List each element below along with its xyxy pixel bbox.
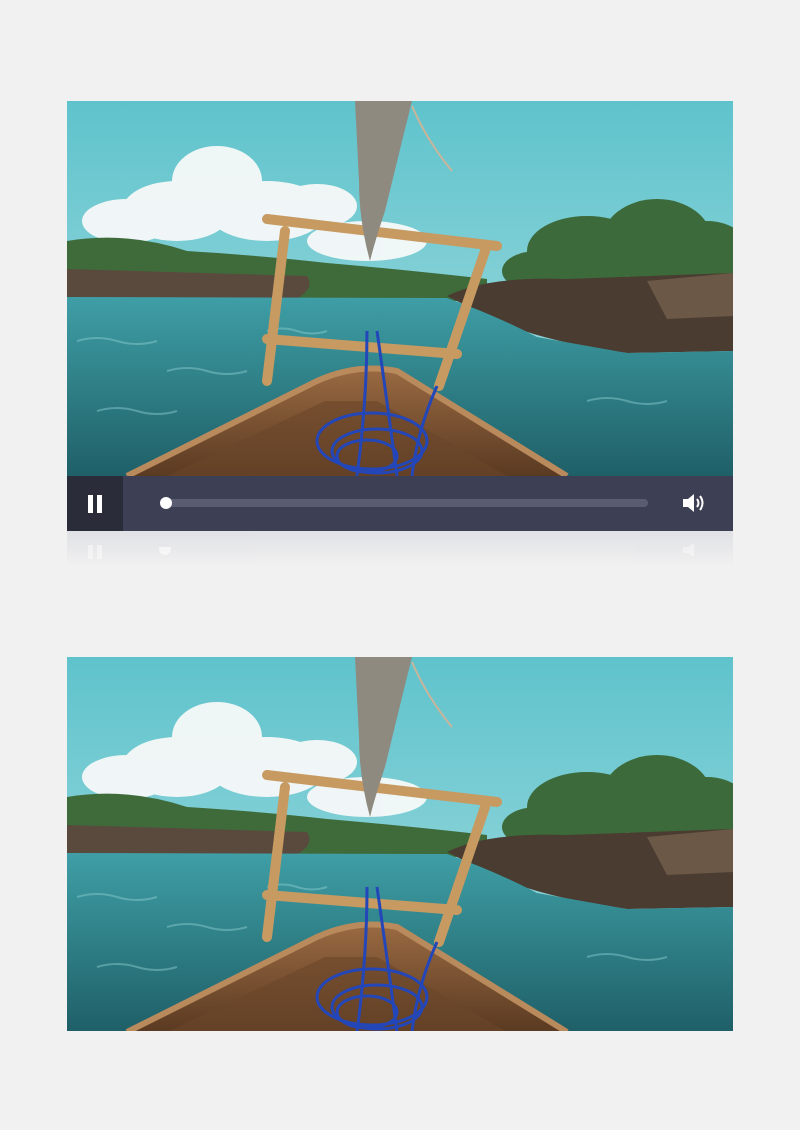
progress-track[interactable] (160, 499, 648, 507)
progress-knob[interactable] (160, 497, 172, 509)
pause-icon-reflection (87, 545, 103, 559)
volume-icon[interactable] (681, 491, 707, 515)
knob-reflection (159, 547, 171, 555)
pause-button[interactable] (67, 476, 123, 531)
video-preview-top[interactable] (67, 101, 733, 476)
video-preview-bottom[interactable] (67, 657, 733, 1031)
video-frame-image (67, 657, 733, 1031)
pause-icon (87, 494, 103, 513)
video-frame-image (67, 101, 733, 476)
controls-reflection (67, 531, 733, 567)
volume-icon-reflection (683, 543, 694, 557)
video-controls-bar (67, 476, 733, 531)
